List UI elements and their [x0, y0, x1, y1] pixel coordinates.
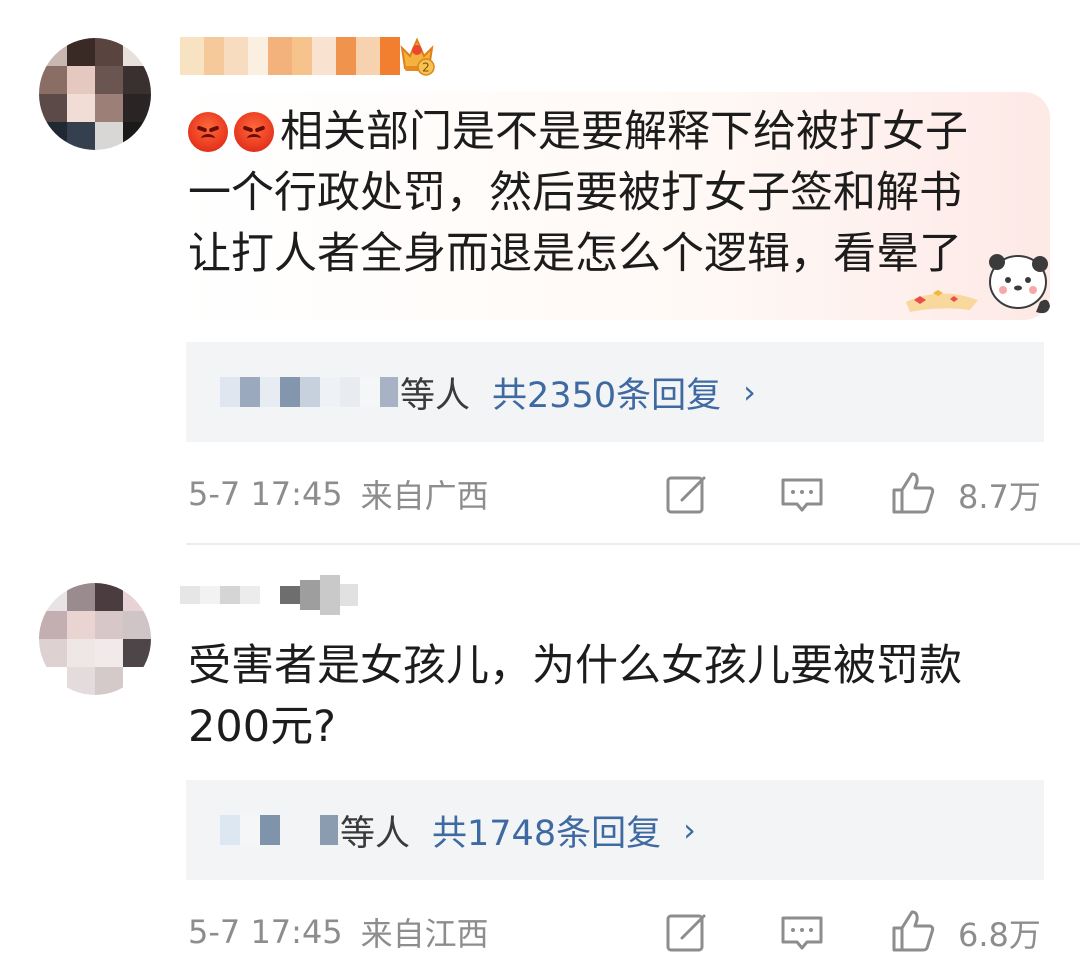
- reply-users-suffix: 等人: [400, 375, 471, 416]
- comment-text: 受害者是女孩儿，为什么女孩儿要被罚款 200元?: [188, 636, 1038, 758]
- svg-text:2: 2: [422, 61, 430, 75]
- comment-text-line: 受害者是女孩儿，为什么女孩儿要被罚款: [188, 641, 962, 691]
- reply-summary[interactable]: 等人 共1748条回复 ›: [186, 780, 1044, 880]
- comment-date: 5-7 17:45: [188, 475, 343, 513]
- reply-users-suffix: 等人: [340, 813, 411, 854]
- reply-summary[interactable]: 等人 共2350条回复 ›: [186, 342, 1044, 442]
- thumbs-up-icon[interactable]: [890, 470, 936, 516]
- comment-text-line: 让打人者全身而退是怎么个逻辑，看晕了: [188, 229, 962, 279]
- comment-text-line: 相关部门是不是要解释下给被打女子: [188, 102, 1018, 163]
- thumbs-up-icon[interactable]: [890, 908, 936, 954]
- comment-item: 受害者是女孩儿，为什么女孩儿要被罚款 200元? 等人 共1748条回复 › 5…: [0, 545, 1080, 974]
- comment-icon[interactable]: [779, 910, 825, 956]
- comment-location: 来自江西: [360, 915, 489, 953]
- comment-text: 相关部门是不是要解释下给被打女子 一个行政处罚，然后要被打女子签和解书 让打人者…: [188, 102, 1018, 285]
- comment-meta: 5-7 17:45 来自广西: [188, 472, 489, 516]
- angry-face-icon: [188, 112, 228, 152]
- avatar[interactable]: [39, 583, 151, 695]
- comment-item: 2 相关部门是不是要解释下给被打女子 一个行政处罚，然后要被打女子签和解书 让打…: [0, 0, 1080, 545]
- replier-names-blurred: [220, 377, 398, 407]
- comment-meta: 5-7 17:45 来自江西: [188, 910, 489, 954]
- username-blurred[interactable]: [180, 36, 400, 76]
- comment-text-line: 一个行政处罚，然后要被打女子签和解书: [188, 168, 962, 218]
- reply-count-link[interactable]: 共2350条回复: [492, 367, 721, 418]
- crown-badge-icon: 2: [400, 37, 435, 76]
- like-count: 8.7万: [958, 478, 1041, 516]
- comment-date: 5-7 17:45: [188, 913, 343, 951]
- comment-icon[interactable]: [779, 472, 825, 518]
- comment-location: 来自广西: [360, 477, 489, 515]
- username-blurred[interactable]: [180, 575, 358, 615]
- sticker-icon: [906, 254, 1050, 314]
- chevron-right-icon: ›: [683, 811, 696, 849]
- like-count: 6.8万: [958, 916, 1041, 954]
- replier-names-blurred: [220, 815, 338, 845]
- angry-face-icon: [234, 112, 274, 152]
- edit-icon[interactable]: [664, 910, 710, 956]
- comment-text-line: 200元?: [188, 702, 336, 752]
- reply-count-link[interactable]: 共1748条回复: [432, 805, 661, 856]
- chevron-right-icon: ›: [743, 373, 756, 411]
- edit-icon[interactable]: [664, 472, 710, 518]
- avatar[interactable]: [39, 38, 151, 150]
